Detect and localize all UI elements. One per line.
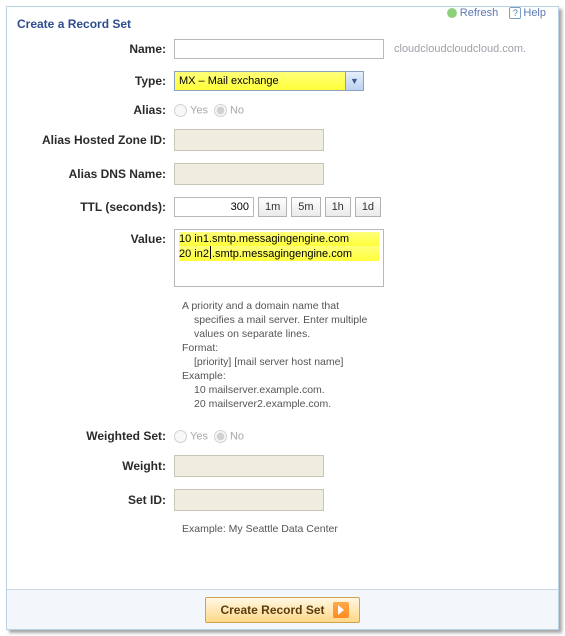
help-link[interactable]: ?Help bbox=[509, 7, 546, 19]
label-alias: Alias: bbox=[19, 103, 174, 117]
top-links: Refresh ?Help bbox=[438, 7, 546, 19]
type-selected-value: MX – Mail exchange bbox=[175, 75, 345, 87]
label-name: Name: bbox=[19, 42, 174, 56]
label-ttl: TTL (seconds): bbox=[19, 200, 174, 214]
ttl-1d-button[interactable]: 1d bbox=[355, 197, 381, 217]
arrow-right-icon bbox=[333, 602, 349, 618]
chevron-down-icon: ▼ bbox=[345, 72, 363, 90]
create-button-label: Create Record Set bbox=[220, 603, 324, 617]
alias-radio-group: Yes No bbox=[174, 104, 244, 117]
refresh-link[interactable]: Refresh bbox=[446, 7, 499, 19]
label-weight: Weight: bbox=[19, 459, 174, 473]
type-select[interactable]: MX – Mail exchange ▼ bbox=[174, 71, 364, 91]
label-alias-zone: Alias Hosted Zone ID: bbox=[19, 133, 174, 147]
label-type: Type: bbox=[19, 74, 174, 88]
create-record-set-button[interactable]: Create Record Set bbox=[205, 597, 359, 623]
value-line-1: 10 in1.smtp.messagingengine.com bbox=[179, 232, 379, 246]
alias-yes[interactable]: Yes bbox=[174, 104, 208, 117]
alias-dns-input bbox=[174, 163, 324, 185]
value-help-text: A priority and a domain name that specif… bbox=[182, 299, 422, 411]
ttl-input[interactable] bbox=[174, 197, 254, 217]
weighted-yes[interactable]: Yes bbox=[174, 430, 208, 443]
bottom-bar: Create Record Set bbox=[7, 589, 558, 629]
ttl-5m-button[interactable]: 5m bbox=[291, 197, 320, 217]
record-set-panel: Refresh ?Help Create a Record Set Name: … bbox=[6, 6, 559, 630]
weighted-no[interactable]: No bbox=[214, 430, 244, 443]
ttl-1h-button[interactable]: 1h bbox=[325, 197, 351, 217]
label-weighted: Weighted Set: bbox=[19, 429, 174, 443]
refresh-icon bbox=[446, 7, 458, 19]
value-line-2: 20 in2.smtp.messagingengine.com bbox=[179, 246, 379, 261]
setid-example: Example: My Seattle Data Center bbox=[182, 523, 546, 535]
alias-no[interactable]: No bbox=[214, 104, 244, 117]
label-alias-dns: Alias DNS Name: bbox=[19, 167, 174, 181]
help-icon: ? bbox=[509, 7, 521, 19]
weight-input bbox=[174, 455, 324, 477]
setid-input bbox=[174, 489, 324, 511]
label-value: Value: bbox=[19, 229, 174, 246]
weighted-radio-group: Yes No bbox=[174, 430, 244, 443]
domain-suffix: cloudcloudcloudcloud.com. bbox=[394, 43, 526, 55]
ttl-1m-button[interactable]: 1m bbox=[258, 197, 287, 217]
name-input[interactable] bbox=[174, 39, 384, 59]
label-setid: Set ID: bbox=[19, 493, 174, 507]
alias-zone-input bbox=[174, 129, 324, 151]
value-textarea[interactable]: 10 in1.smtp.messagingengine.com 20 in2.s… bbox=[174, 229, 384, 287]
